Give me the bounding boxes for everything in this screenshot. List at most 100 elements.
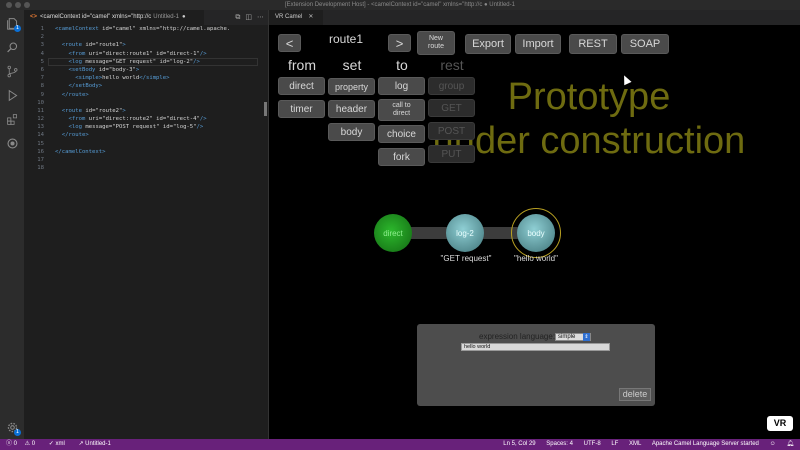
line-number: 7 [40, 75, 44, 82]
line-number: 8 [40, 83, 44, 90]
file-indicator[interactable]: ↗ Untitled-1 [78, 441, 116, 447]
settings-badge: 1 [14, 429, 21, 436]
code-line[interactable]: 15 [24, 140, 268, 148]
code-line[interactable]: 14 </route> [24, 131, 268, 139]
export-button[interactable]: Export [465, 34, 511, 54]
camel-extension-icon[interactable] [5, 136, 19, 150]
code-line[interactable]: 12 <from uri="direct:route2" id="direct-… [24, 115, 268, 123]
editor-tab-subtitle: Untitled-1 [153, 14, 179, 20]
expression-panel: expression language: simple ⇕ hello worl… [417, 324, 655, 406]
expression-input[interactable]: hello world [461, 343, 610, 351]
notifications-bell-icon[interactable]: 🔔︎ [786, 441, 794, 447]
line-number: 6 [40, 66, 44, 73]
open-preview-icon[interactable]: ⧉ [235, 13, 240, 21]
more-actions-icon[interactable]: ⋯ [257, 13, 264, 21]
flow-node-body[interactable]: body [517, 214, 555, 252]
line-number: 5 [40, 58, 44, 65]
expression-language-select[interactable]: simple ⇕ [555, 333, 591, 341]
explorer-badge: 1 [14, 25, 21, 32]
language-server-status[interactable]: Apache Camel Language Server started [652, 441, 759, 447]
code-line[interactable]: 9 </route> [24, 91, 268, 99]
encoding[interactable]: UTF-8 [584, 441, 601, 447]
code-line[interactable]: 7 <simple>hello world</simple> [24, 74, 268, 82]
line-number: 15 [37, 140, 44, 147]
code-line[interactable]: 10 [24, 99, 268, 107]
editor-pane: <> <camelContext id="camel" xmlns="http:/… [24, 10, 268, 439]
from-direct-button[interactable]: direct [278, 77, 325, 95]
to-column-header: to [396, 57, 408, 73]
line-number: 1 [40, 26, 44, 32]
line-number: 18 [37, 165, 44, 172]
from-column-header: from [288, 57, 316, 73]
xml-check-indicator[interactable]: ✓ xml [49, 441, 71, 447]
rest-get-button[interactable]: GET [428, 99, 475, 117]
cursor-position[interactable]: Ln 5, Col 29 [503, 441, 535, 447]
flow-node-log[interactable]: log-2 [446, 214, 484, 252]
run-debug-icon[interactable] [5, 88, 19, 102]
next-route-button[interactable]: > [388, 34, 411, 52]
body-node-caption: "hello world" [514, 254, 558, 263]
language-mode[interactable]: XML [629, 441, 641, 447]
close-tab-icon[interactable]: ✕ [308, 14, 313, 20]
code-line[interactable]: 11 <route id="route2"> [24, 107, 268, 115]
editor-tabstrip: <> <camelContext id="camel" xmlns="http:/… [24, 10, 268, 25]
explorer-icon[interactable]: 1 [5, 16, 21, 32]
soap-button[interactable]: SOAP [621, 34, 669, 54]
to-call-direct-button[interactable]: call to direct [378, 99, 425, 121]
code-editor[interactable]: 1 <camelContext id="camel" xmlns="http://… [24, 25, 268, 172]
line-number: 10 [37, 99, 44, 106]
line-number: 17 [37, 157, 44, 163]
line-number: 4 [40, 50, 44, 57]
code-line[interactable]: 3 <route id="route1"> [24, 41, 268, 49]
set-column-header: set [342, 57, 362, 73]
code-line[interactable]: 6 <setBody id="body-3"> [24, 66, 268, 74]
code-line[interactable]: 5 <log message="GET request" id="log-2"/… [24, 57, 268, 67]
vr-button[interactable]: VR [767, 416, 793, 431]
code-text: </camelContext> [55, 148, 106, 155]
set-body-button[interactable]: body [328, 123, 375, 141]
from-timer-button[interactable]: timer [278, 100, 325, 118]
rest-group-button[interactable]: group [428, 77, 475, 95]
code-line[interactable]: 16 </camelContext> [24, 148, 268, 156]
code-line[interactable]: 8 </setBody> [24, 82, 268, 90]
split-editor-icon[interactable]: ◫ [245, 13, 252, 21]
to-fork-button[interactable]: fork [378, 148, 425, 166]
status-bar: ⓧ 0 ⚠ 0 ✓ xml ↗ Untitled-1 Ln 5, Col 29 … [0, 439, 800, 450]
set-property-button[interactable]: property [328, 78, 375, 95]
code-line[interactable]: 13 <log message="POST request" id="log-5… [24, 123, 268, 131]
code-text: </route> [61, 91, 89, 98]
code-line[interactable]: 18 [24, 164, 268, 172]
rest-post-button[interactable]: POST [428, 122, 475, 140]
code-line[interactable]: 2 [24, 33, 268, 41]
code-line[interactable]: 17 [24, 156, 268, 164]
delete-button[interactable]: delete [619, 388, 651, 401]
line-number: 11 [37, 107, 44, 114]
editor-scrollbar[interactable] [264, 102, 267, 116]
to-choice-button[interactable]: choice [378, 125, 425, 143]
unsaved-dot-icon[interactable]: ● [182, 14, 186, 20]
source-control-icon[interactable] [5, 64, 19, 78]
flow-node-direct[interactable]: direct [374, 214, 412, 252]
code-text: <from uri="direct:route1" id="direct-1"/… [68, 50, 207, 57]
set-header-button[interactable]: header [328, 100, 375, 118]
new-route-button[interactable]: New route [417, 31, 455, 55]
rest-button[interactable]: REST [569, 34, 617, 54]
feedback-icon[interactable]: ☺ [770, 441, 776, 447]
indentation[interactable]: Spaces: 4 [546, 441, 573, 447]
prev-route-button[interactable]: < [278, 34, 301, 52]
editor-tab[interactable]: <> <camelContext id="camel" xmlns="http:/… [24, 10, 204, 25]
settings-gear-icon[interactable]: 1 [5, 420, 21, 436]
window-title: [Extension Development Host] - <camelCon… [285, 2, 515, 8]
line-ending[interactable]: LF [611, 441, 618, 447]
webview-tab[interactable]: VR Camel ✕ [269, 10, 323, 25]
to-log-button[interactable]: log [378, 77, 425, 95]
code-line[interactable]: 1 <camelContext id="camel" xmlns="http://… [24, 25, 268, 33]
code-line[interactable]: 4 <from uri="direct:route1" id="direct-1… [24, 50, 268, 58]
import-button[interactable]: Import [515, 34, 561, 54]
problems-indicator[interactable]: ⓧ 0 ⚠ 0 [6, 441, 41, 447]
extensions-icon[interactable] [5, 112, 19, 126]
line-number: 13 [37, 124, 44, 131]
rest-put-button[interactable]: PUT [428, 145, 475, 163]
search-icon[interactable] [5, 40, 19, 54]
code-text: <from uri="direct:route2" id="direct-4"/… [68, 116, 207, 123]
